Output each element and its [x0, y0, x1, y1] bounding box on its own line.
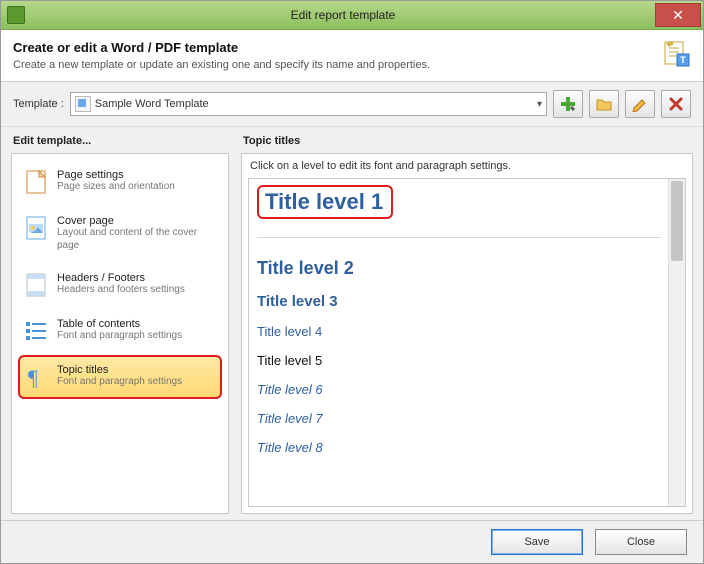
sidebar-item-sub: Page sizes and orientation [57, 181, 175, 194]
toc-icon [25, 318, 47, 344]
header-pane: Create or edit a Word / PDF template Cre… [1, 30, 703, 82]
title-level-6[interactable]: Title level 6 [257, 382, 661, 397]
sidebar-item-topic-titles[interactable]: ¶ Topic titlesFont and paragraph setting… [18, 355, 222, 399]
folder-icon [596, 96, 612, 112]
sidebar-item-toc[interactable]: Table of contentsFont and paragraph sett… [18, 309, 222, 353]
delete-icon [668, 96, 684, 112]
title-levels-area: Title level 1 Title level 2 Title level … [248, 178, 686, 507]
header-sub: Create a new template or update an exist… [13, 59, 691, 71]
sidebar-item-title: Table of contents [57, 318, 182, 330]
new-template-button[interactable] [553, 90, 583, 118]
title-bar: Edit report template ✕ [1, 1, 703, 30]
sidebar-item-sub: Headers and footers settings [57, 284, 185, 297]
sidebar-item-title: Headers / Footers [57, 272, 185, 284]
close-icon: ✕ [672, 7, 684, 24]
title-level-5[interactable]: Title level 5 [257, 353, 661, 368]
title-level-4[interactable]: Title level 4 [257, 324, 661, 339]
title-level-8[interactable]: Title level 8 [257, 440, 661, 455]
header-heading: Create or edit a Word / PDF template [13, 40, 691, 55]
close-button[interactable]: Close [595, 529, 687, 555]
window-close-button[interactable]: ✕ [655, 3, 701, 27]
sidebar-item-cover-page[interactable]: Cover pageLayout and content of the cove… [18, 206, 222, 261]
svg-text:¶: ¶ [28, 365, 38, 389]
template-select[interactable]: Sample Word Template ▾ [70, 92, 547, 116]
plus-icon [560, 96, 576, 112]
template-selected-text: Sample Word Template [95, 98, 209, 110]
page-icon [25, 169, 47, 195]
scrollbar[interactable] [668, 179, 685, 506]
svg-text:T: T [680, 55, 686, 65]
sidebar-item-page-settings[interactable]: Page settingsPage sizes and orientation [18, 160, 222, 204]
right-hint: Click on a level to edit its font and pa… [242, 154, 692, 178]
left-column: Edit template... Page settingsPage sizes… [11, 135, 229, 514]
sidebar-heading: Edit template... [13, 135, 229, 147]
sidebar-item-sub: Font and paragraph settings [57, 330, 182, 343]
title-level-1[interactable]: Title level 1 [257, 185, 393, 219]
footer: Save Close [1, 520, 703, 563]
window-title: Edit report template [31, 8, 655, 22]
template-label: Template : [13, 98, 64, 110]
save-button[interactable]: Save [491, 529, 583, 555]
title-levels-inner: Title level 1 Title level 2 Title level … [249, 179, 669, 506]
chevron-down-icon: ▾ [537, 99, 542, 110]
right-column: Topic titles Click on a level to edit it… [241, 135, 693, 514]
right-heading: Topic titles [243, 135, 693, 147]
title-level-7[interactable]: Title level 7 [257, 411, 661, 426]
sidebar-list: Page settingsPage sizes and orientation … [11, 153, 229, 514]
sidebar-item-title: Page settings [57, 169, 175, 181]
edit-template-button[interactable] [625, 90, 655, 118]
sidebar-item-sub: Font and paragraph settings [57, 376, 182, 389]
delete-template-button[interactable] [661, 90, 691, 118]
pencil-icon [632, 96, 648, 112]
sidebar-item-headers-footers[interactable]: Headers / FootersHeaders and footers set… [18, 263, 222, 307]
body-area: Edit template... Page settingsPage sizes… [1, 127, 703, 520]
template-doc-icon [75, 96, 91, 112]
scrollbar-thumb[interactable] [671, 181, 683, 261]
open-template-button[interactable] [589, 90, 619, 118]
app-icon [7, 6, 25, 24]
sidebar-item-title: Cover page [57, 215, 215, 227]
right-box: Click on a level to edit its font and pa… [241, 153, 693, 514]
pilcrow-icon: ¶ [25, 364, 47, 390]
title-level-2[interactable]: Title level 2 [257, 258, 661, 279]
header-icon: T [663, 40, 691, 68]
sidebar-item-sub: Layout and content of the cover page [57, 227, 215, 252]
sidebar-item-title: Topic titles [57, 364, 182, 376]
title-level-3[interactable]: Title level 3 [257, 293, 661, 310]
cover-page-icon [25, 215, 47, 241]
headers-footers-icon [25, 272, 47, 298]
template-row: Template : Sample Word Template ▾ [1, 82, 703, 127]
dialog-window: Edit report template ✕ Create or edit a … [0, 0, 704, 564]
